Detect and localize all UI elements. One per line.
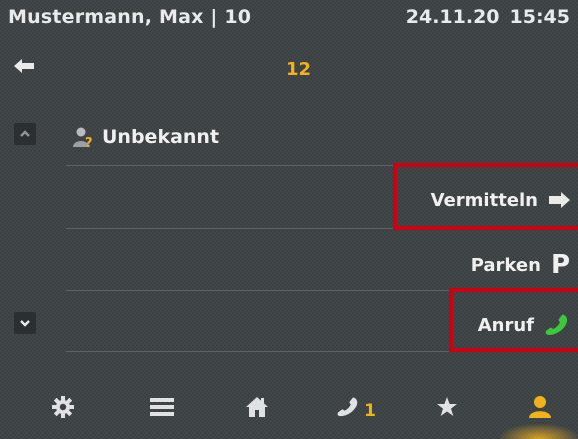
- tab-home[interactable]: [232, 387, 282, 427]
- chevron-down-icon: [20, 320, 30, 327]
- highlight-frame: [393, 163, 578, 230]
- datetime: 24.11.20 15:45: [406, 6, 570, 28]
- date: 24.11.20: [405, 6, 500, 28]
- caller-name: Unbekannt: [102, 126, 220, 148]
- tab-favorites[interactable]: [422, 387, 472, 427]
- user-extension: Mustermann, Max | 10: [8, 6, 252, 28]
- dialed-number: 12: [286, 59, 312, 80]
- highlight-frame: [449, 288, 578, 352]
- gear-icon: [52, 396, 74, 418]
- tab-settings[interactable]: [38, 387, 88, 427]
- phone-screen: Mustermann, Max | 10 24.11.20 15:45 12 ?…: [0, 0, 578, 439]
- missed-calls-badge: 1: [364, 401, 376, 421]
- tab-contacts[interactable]: [515, 387, 565, 427]
- unknown-contact-icon: ?: [73, 127, 93, 148]
- back-arrow-icon[interactable]: [14, 58, 36, 74]
- park-label: Parken: [470, 254, 541, 276]
- bottom-navigation: 1: [0, 375, 578, 439]
- tab-menu[interactable]: [137, 387, 187, 427]
- scroll-down-button[interactable]: [14, 312, 36, 334]
- caller-row: ? Unbekannt: [72, 120, 219, 154]
- parking-icon: P: [550, 250, 570, 280]
- time: 15:45: [509, 6, 570, 28]
- chevron-up-icon: [20, 130, 30, 137]
- home-icon: [246, 397, 268, 417]
- person-icon: [529, 396, 551, 418]
- svg-text:?: ?: [85, 136, 93, 148]
- tab-calls[interactable]: 1: [326, 387, 386, 427]
- star-icon: [437, 397, 457, 416]
- scroll-up-button[interactable]: [14, 123, 36, 145]
- park-button[interactable]: Parken P: [471, 245, 570, 285]
- phone-icon: [337, 397, 358, 417]
- menu-icon: [150, 398, 174, 416]
- active-tab-indicator: [500, 424, 578, 439]
